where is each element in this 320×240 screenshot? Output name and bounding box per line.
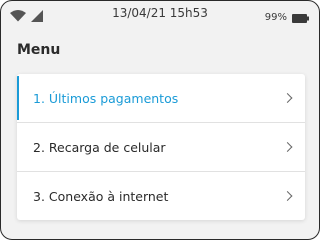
menu-item-conexao-internet[interactable]: 3. Conexão à internet xyxy=(17,172,305,220)
chevron-right-icon xyxy=(282,93,293,103)
battery-percent: 99% xyxy=(264,12,287,23)
device-frame: 13/04/21 15h53 99% Menu 1. Últimos pagam… xyxy=(0,0,320,240)
battery-icon xyxy=(292,8,309,27)
menu-list: 1. Últimos pagamentos 2. Recarga de celu… xyxy=(17,74,305,220)
status-right: 99% xyxy=(265,8,309,27)
menu-item-label: 2. Recarga de celular xyxy=(33,139,166,155)
menu-item-recarga-de-celular[interactable]: 2. Recarga de celular xyxy=(17,123,305,172)
menu-item-label: 3. Conexão à internet xyxy=(33,188,169,204)
menu-item-ultimos-pagamentos[interactable]: 1. Últimos pagamentos xyxy=(17,74,305,123)
chevron-right-icon xyxy=(282,191,293,201)
menu-item-label: 1. Últimos pagamentos xyxy=(33,90,179,106)
chevron-right-icon xyxy=(282,142,293,152)
status-bar: 13/04/21 15h53 99% xyxy=(1,1,319,27)
page-title: Menu xyxy=(17,42,61,58)
